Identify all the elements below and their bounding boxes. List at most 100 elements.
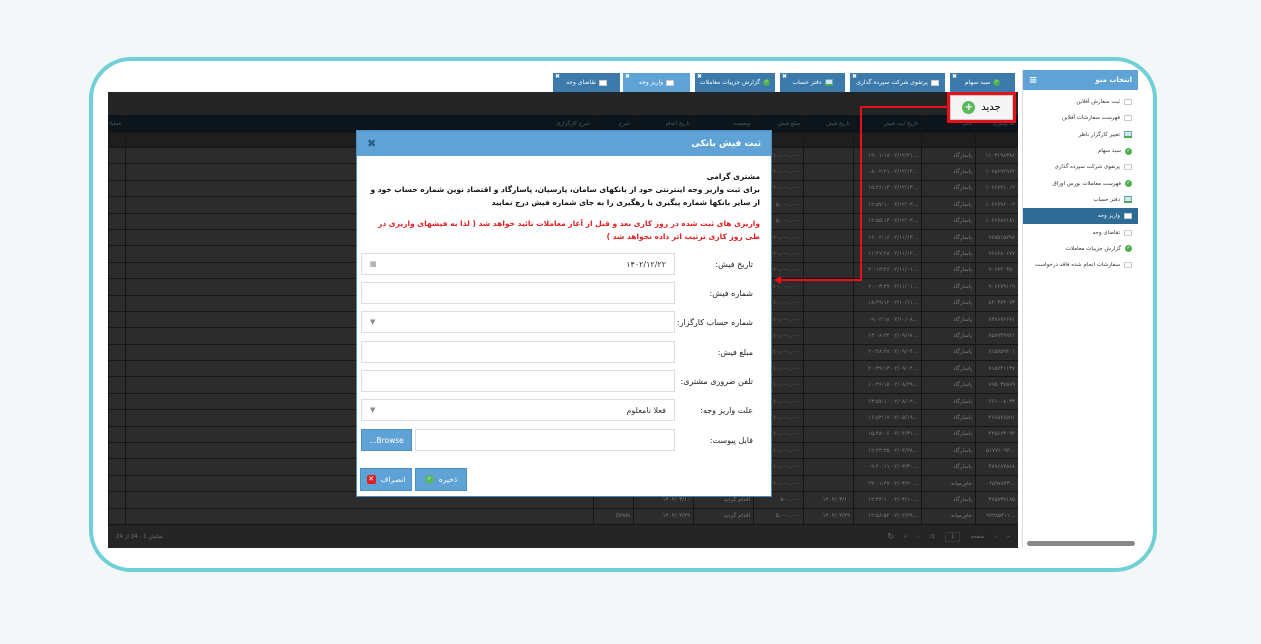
close-icon[interactable]: ✖ — [367, 137, 376, 150]
dialog-title: ثبت فیش بانکی — [691, 138, 761, 149]
info-text: برای ثبت واریز وجه اینترنتی خود از بانکه… — [370, 185, 760, 207]
tab-0[interactable]: ✓ سبد سهام ✖ — [950, 73, 1015, 92]
sidebar-item-label: تغییر کارگزار ناظر — [1078, 131, 1120, 138]
tab-5[interactable]: تقاضای وجه ✖ — [553, 73, 620, 92]
bank-receipt-dialog: ثبت فیش بانکی ✖ مشتری گرامی برای ثبت وار… — [356, 130, 772, 497]
sidebar-item-6[interactable]: دفتر حساب — [1023, 192, 1138, 208]
check-circle-icon: ✓ — [763, 79, 771, 86]
chevron-down-icon[interactable]: ▼ — [370, 406, 375, 414]
field-label: تاریخ فیش: — [715, 259, 753, 269]
sidebar-item-label: دفتر حساب — [1093, 196, 1120, 203]
form-row: شماره حساب کارگزار: ▼ — [361, 311, 769, 333]
sidebar-item-label: ثبت سفارش آفلاین — [1076, 99, 1120, 106]
form-row: تلفن ضروری مشتری: — [361, 370, 769, 392]
calendar-icon[interactable]: ▦ — [370, 260, 377, 268]
square-icon — [1124, 115, 1132, 122]
form-row: مبلغ فیش: — [361, 341, 769, 363]
tab-label: گزارش جزییات معاملات — [699, 79, 761, 86]
check-circle-icon: ✓ — [1125, 245, 1132, 253]
sidebar: انتخاب منو ≡ ثبت سفارش آفلاین فهرست سفارش… — [1022, 70, 1138, 548]
sidebar-item-1[interactable]: فهرست سفارشات آفلاین — [1023, 110, 1138, 126]
tab-close-icon[interactable]: ✖ — [952, 73, 957, 80]
image-icon — [824, 79, 833, 86]
check-circle-icon: ✓ — [993, 79, 1001, 86]
sidebar-item-10[interactable]: سفارشات انجام شده فاقد درخواست — [1023, 257, 1138, 273]
tab-3[interactable]: ✓ گزارش جزییات معاملات ✖ — [695, 73, 775, 92]
sidebar-item-label: تقاضای وجه — [1092, 229, 1120, 236]
form-row: علت واریز وجه: فعلا نامعلوم ▼ — [361, 399, 769, 421]
tab-label: تقاضای وجه — [566, 79, 596, 86]
sidebar-scrollbar[interactable] — [1027, 541, 1135, 546]
tab-label: پرتفوی شرکت سپرده گذاری — [856, 79, 928, 86]
tab-close-icon[interactable]: ✖ — [697, 73, 702, 80]
square-icon — [666, 79, 675, 86]
tab-4[interactable]: واریز وجه ✖ — [623, 73, 690, 92]
sidebar-item-9[interactable]: ✓ گزارش جزییات معاملات — [1023, 241, 1138, 257]
sidebar-item-label: سفارشات انجام شده فاقد درخواست — [1035, 262, 1120, 269]
dialog-titlebar: ثبت فیش بانکی ✖ — [357, 131, 771, 156]
chevron-down-icon[interactable]: ▼ — [370, 318, 375, 326]
sidebar-header: انتخاب منو ≡ — [1023, 70, 1138, 90]
form-row: تاریخ فیش: ۱۴۰۲/۱۲/۲۲ ▦ — [361, 253, 769, 275]
annotation-line — [860, 106, 948, 108]
menu-icon[interactable]: ≡ — [1029, 75, 1037, 86]
tab-label: سبد سهام — [964, 79, 991, 86]
field-label: مبلغ فیش: — [717, 347, 753, 357]
field-label: شماره حساب کارگزار: — [676, 317, 753, 327]
sidebar-item-2[interactable]: تغییر کارگزار ناظر — [1023, 127, 1138, 143]
greeting: مشتری گرامی — [706, 172, 760, 181]
annotation-arrow — [780, 279, 862, 281]
highlight-box — [947, 92, 1016, 123]
cancel-button[interactable]: انصراف ✕ — [360, 468, 412, 491]
check-circle-icon: ✓ — [1125, 147, 1132, 155]
sidebar-item-5[interactable]: ✓ فهرست معاملات بورس اوراق — [1023, 175, 1138, 191]
sidebar-item-label: پرتفوی شرکت سپرده گذاری — [1054, 164, 1120, 171]
square-icon — [1124, 99, 1132, 106]
tab-close-icon[interactable]: ✖ — [625, 73, 630, 80]
amount-field[interactable] — [361, 341, 675, 363]
date-field[interactable]: ۱۴۰۲/۱۲/۲۲ ▦ — [361, 253, 675, 275]
image-icon — [1124, 131, 1132, 139]
sidebar-item-3[interactable]: ✓ سبد سهام — [1023, 143, 1138, 159]
square-icon — [598, 79, 607, 86]
sidebar-item-4[interactable]: پرتفوی شرکت سپرده گذاری — [1023, 159, 1138, 175]
tab-close-icon[interactable]: ✖ — [555, 73, 560, 80]
image-icon — [1124, 196, 1132, 204]
receipt-number-field[interactable] — [361, 282, 675, 304]
tab-1[interactable]: پرتفوی شرکت سپرده گذاری ✖ — [850, 73, 945, 92]
field-value: ۱۴۰۲/۱۲/۲۲ — [626, 259, 666, 269]
check-icon: ✓ — [424, 475, 434, 484]
sidebar-item-label: سبد سهام — [1097, 148, 1121, 155]
phone-field[interactable] — [361, 370, 675, 392]
tab-2[interactable]: دفتر حساب ✖ — [780, 73, 845, 92]
tab-close-icon[interactable]: ✖ — [782, 73, 787, 80]
square-icon — [930, 79, 939, 86]
reason-select[interactable]: فعلا نامعلوم ▼ — [361, 399, 675, 421]
sidebar-item-8[interactable]: تقاضای وجه — [1023, 224, 1138, 240]
field-label: فایل پیوست: — [709, 435, 753, 445]
save-button[interactable]: ذخیره ✓ — [415, 468, 467, 491]
cancel-icon: ✕ — [366, 475, 376, 484]
field-label: شماره فیش: — [709, 288, 754, 298]
broker-account-select[interactable]: ▼ — [361, 311, 675, 333]
sidebar-item-label: واریز وجه — [1097, 213, 1120, 220]
warning-text: واریزی های ثبت شده در روز کاری بعد و قبل… — [378, 219, 760, 241]
sidebar-item-label: فهرست معاملات بورس اوراق — [1052, 180, 1121, 187]
tab-close-icon[interactable]: ✖ — [852, 73, 857, 80]
form-row: فایل پیوست: Browse... — [361, 429, 769, 451]
tab-bar: ✓ سبد سهام ✖ پرتفوی شرکت سپرده گذاری ✖ دفتر ح… — [108, 70, 1018, 92]
square-icon — [1124, 164, 1132, 171]
browse-button[interactable]: Browse... — [361, 429, 412, 451]
sidebar-item-0[interactable]: ثبت سفارش آفلاین — [1023, 94, 1138, 110]
sidebar-item-7[interactable]: واریز وجه — [1023, 208, 1138, 225]
arrow-head-icon — [774, 276, 781, 284]
tab-label: دفتر حساب — [792, 79, 822, 86]
annotation-line — [860, 106, 862, 281]
sidebar-title: انتخاب منو — [1095, 76, 1132, 84]
sidebar-item-label: فهرست سفارشات آفلاین — [1061, 115, 1120, 122]
field-value: فعلا نامعلوم — [626, 405, 666, 415]
cancel-label: انصراف — [380, 475, 406, 484]
attachment-field[interactable] — [415, 429, 675, 451]
square-icon — [1124, 213, 1132, 220]
square-icon — [1124, 229, 1132, 236]
